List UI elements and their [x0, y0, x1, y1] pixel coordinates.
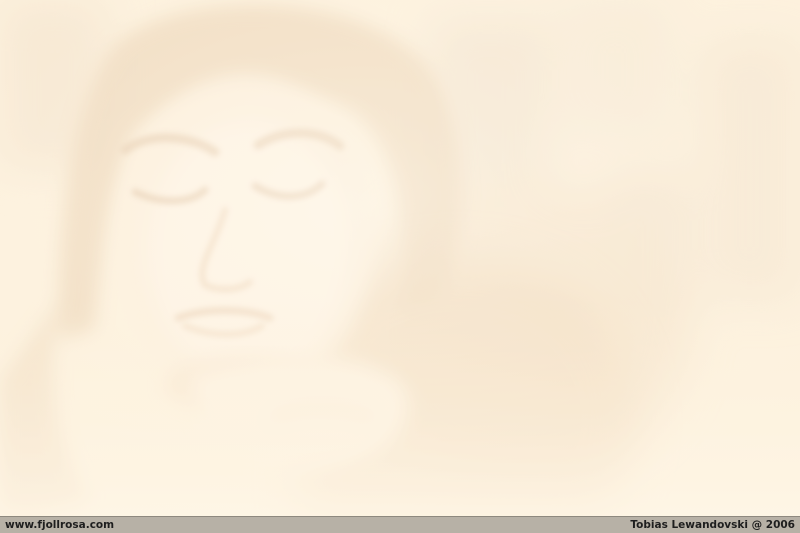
website-caption: www.fjollrosa.com [5, 518, 115, 531]
photo-frame: www.fjollrosa.com Tobias Lewandovski @ 2… [0, 0, 800, 533]
copyright-caption: Tobias Lewandovski @ 2006 [630, 518, 795, 531]
caption-bar: www.fjollrosa.com Tobias Lewandovski @ 2… [0, 516, 800, 533]
portrait-photo [0, 0, 800, 516]
